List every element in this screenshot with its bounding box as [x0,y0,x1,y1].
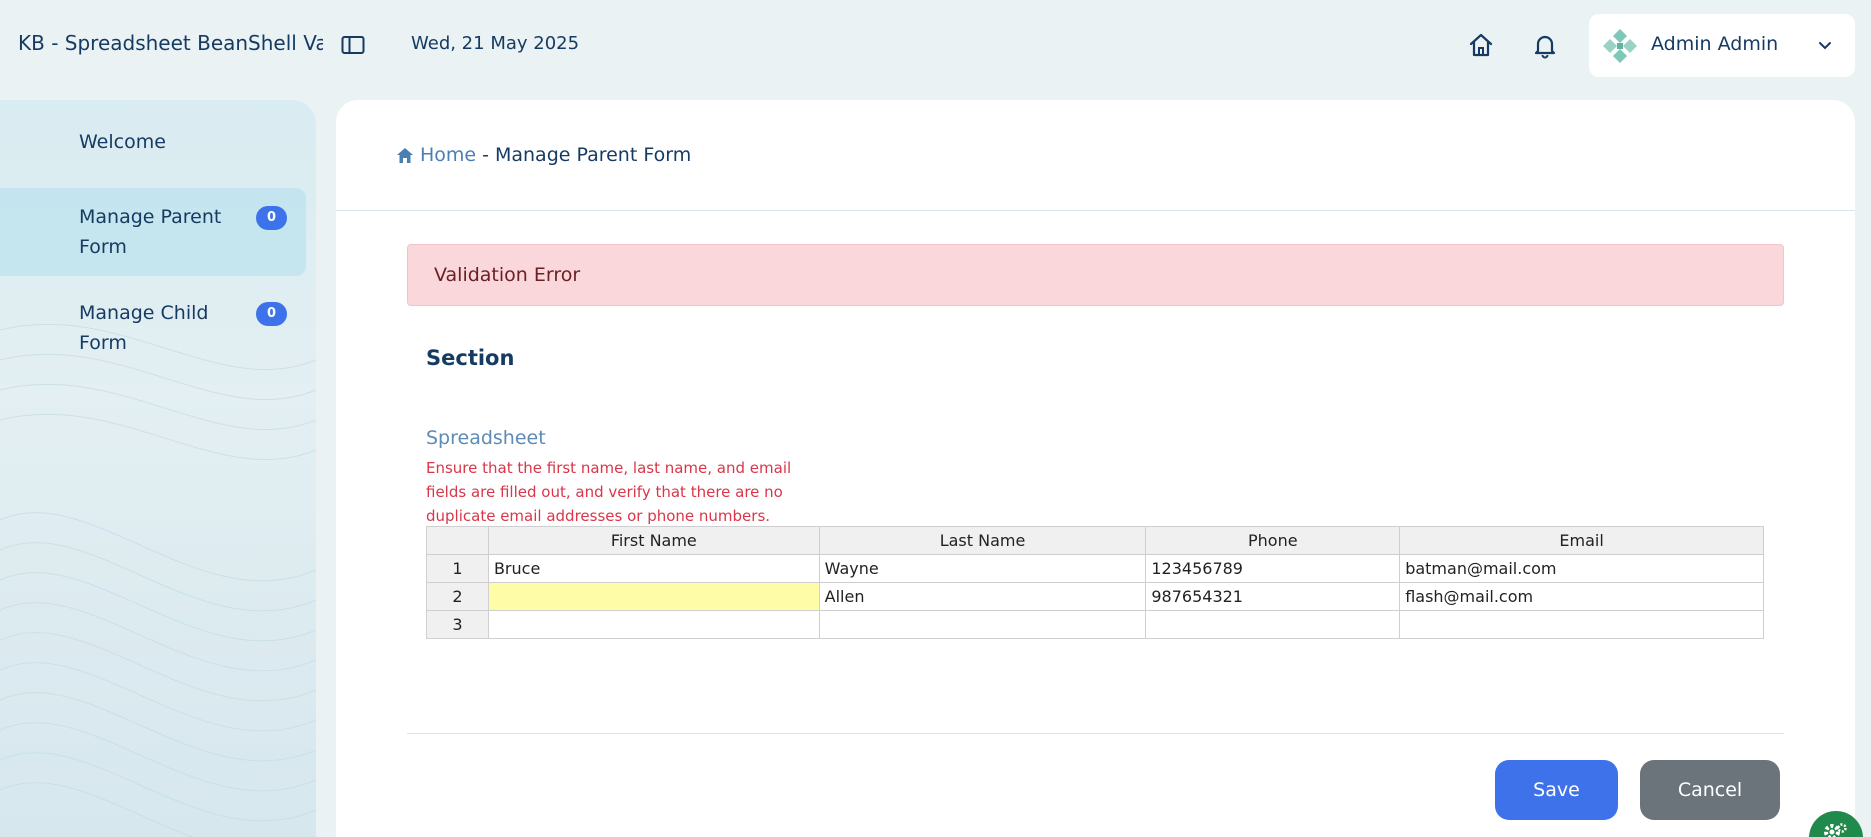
last-name-cell[interactable]: Wayne [818,554,1147,583]
row-number[interactable]: 3 [426,610,489,639]
last-name-cell[interactable]: Allen [818,582,1147,611]
avatar [1601,27,1639,65]
count-badge: 0 [256,206,287,230]
app-title: KB - Spreadsheet BeanShell Validation [18,31,323,55]
column-header[interactable]: Email [1399,526,1764,555]
gear-icon [1824,823,1847,837]
row-number[interactable]: 1 [426,554,489,583]
first-name-cell-invalid[interactable] [487,582,820,611]
spreadsheet-table: First Name Last Name Phone Email 1 Bruce… [426,526,1764,639]
sidebar-item-label: Manage Parent Form [79,206,222,258]
user-name: Admin Admin [1651,33,1779,55]
bell-icon[interactable] [1531,31,1559,59]
sidebar-item-welcome[interactable]: Welcome [0,112,306,172]
top-bar: KB - Spreadsheet BeanShell Validation We… [0,0,1871,92]
cancel-button[interactable]: Cancel [1640,760,1780,820]
save-button[interactable]: Save [1495,760,1618,820]
table-row: 2 Allen 987654321 flash@mail.com [426,582,1764,611]
home-icon [397,147,413,163]
divider [336,210,1855,211]
sidebar-item-label: Welcome [79,131,166,153]
count-badge: 0 [256,302,287,326]
breadcrumb-current: Manage Parent Form [494,144,692,166]
sidebar-item-manage-parent-form[interactable]: Manage Parent Form 0 [0,188,306,276]
column-header[interactable]: Last Name [818,526,1147,555]
phone-cell[interactable]: 123456789 [1145,554,1401,583]
breadcrumb: Home - Manage Parent Form [396,144,691,166]
sidebar-item-label: Manage Child Form [79,302,209,354]
home-icon[interactable] [1467,31,1495,59]
breadcrumb-separator: - [482,144,489,166]
email-cell[interactable] [1399,610,1764,639]
user-menu[interactable]: Admin Admin [1589,14,1855,77]
email-cell[interactable]: flash@mail.com [1399,582,1764,611]
phone-cell[interactable]: 987654321 [1145,582,1401,611]
table-row: 3 [426,610,1764,639]
corner-cell [426,526,489,555]
validation-error-alert: Validation Error [407,244,1784,306]
first-name-cell[interactable]: Bruce [487,554,820,583]
header-row: First Name Last Name Phone Email [426,526,1764,555]
column-header[interactable]: Phone [1145,526,1401,555]
column-header[interactable]: First Name [487,526,820,555]
divider [407,733,1784,734]
alert-text: Validation Error [434,264,581,286]
first-name-cell[interactable] [487,610,820,639]
sidebar-item-manage-child-form[interactable]: Manage Child Form 0 [0,286,306,370]
phone-cell[interactable] [1145,610,1401,639]
sidebar: Welcome Manage Parent Form 0 Manage Chil… [0,100,316,837]
email-cell[interactable]: batman@mail.com [1399,554,1764,583]
sidebar-toggle-icon[interactable] [341,35,365,55]
chevron-down-icon [1817,38,1833,52]
current-date: Wed, 21 May 2025 [411,33,580,54]
breadcrumb-home-link[interactable]: Home [420,144,476,166]
row-number[interactable]: 2 [426,582,489,611]
spreadsheet-error-message: Ensure that the first name, last name, a… [426,459,792,525]
section-title: Section [426,346,515,370]
last-name-cell[interactable] [818,610,1147,639]
table-row: 1 Bruce Wayne 123456789 batman@mail.com [426,554,1764,583]
spreadsheet-label: Spreadsheet [426,427,546,449]
main-panel: Home - Manage Parent Form Validation Err… [336,100,1855,837]
